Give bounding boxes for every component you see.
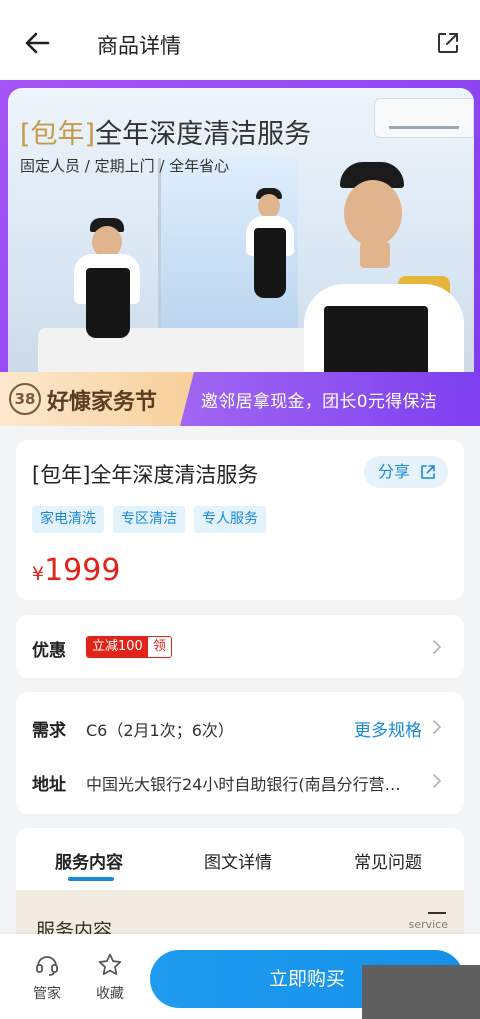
- discount-row[interactable]: 优惠 立减100 领: [16, 615, 464, 678]
- banner-title: [包年]全年深度清洁服务: [20, 119, 312, 150]
- favorite-label: 收藏: [96, 986, 124, 1002]
- tab-graphic-details[interactable]: 图文详情: [204, 848, 272, 873]
- product-tag: 专人服务: [194, 506, 266, 533]
- external-link-icon[interactable]: [436, 31, 460, 55]
- share-label: 分享: [378, 462, 411, 481]
- top-bar: 商品详情: [0, 0, 480, 80]
- product-tags: 家电清洗 专区清洁 专人服务: [32, 506, 266, 533]
- back-arrow-icon[interactable]: [22, 28, 52, 58]
- more-specs-link[interactable]: 更多规格: [354, 716, 422, 741]
- festival-38-badge: 38: [9, 383, 41, 415]
- festival-promo-strip[interactable]: 38 好慷家务节 邀邻居拿现金，团长0元得保洁: [0, 372, 480, 426]
- banner-image: [包年]全年深度清洁服务 固定人员 / 定期上门 / 全年省心: [8, 88, 474, 418]
- demand-value: C6（2月1次；6次）: [86, 721, 234, 740]
- steward-button[interactable]: 管家: [25, 952, 69, 1003]
- address-value[interactable]: 中国光大银行24小时自助银行(南昌分行营业部): [86, 771, 416, 795]
- festival-badge-area: 38 好慷家务节: [0, 372, 196, 426]
- coupon-badge[interactable]: 立减100 领: [86, 636, 172, 658]
- product-info-card: [包年]全年深度清洁服务 分享 家电清洗 专区清洁 专人服务 ¥1999: [16, 440, 464, 600]
- share-icon: [421, 465, 435, 479]
- product-tag: 专区清洁: [113, 506, 185, 533]
- product-price: ¥1999: [32, 553, 120, 588]
- service-section-en: service: [408, 918, 448, 931]
- chevron-right-icon[interactable]: [430, 720, 444, 734]
- tab-service-content[interactable]: 服务内容: [55, 848, 123, 873]
- worker-illustration-middle: [240, 188, 300, 318]
- tab-faq[interactable]: 常见问题: [354, 848, 422, 873]
- demand-label: 需求: [32, 721, 66, 741]
- coupon-claim: 领: [147, 637, 171, 657]
- price-value: 1999: [44, 553, 121, 588]
- product-name: [包年]全年深度清洁服务: [32, 463, 259, 487]
- steward-label: 管家: [33, 986, 61, 1002]
- discount-label: 优惠: [32, 641, 66, 661]
- address-label: 地址: [32, 775, 66, 795]
- banner-subtitle: 固定人员 / 定期上门 / 全年省心: [20, 157, 230, 175]
- share-button[interactable]: 分享: [364, 456, 448, 488]
- chevron-right-icon[interactable]: [430, 774, 444, 788]
- headset-icon: [36, 956, 58, 976]
- currency-symbol: ¥: [32, 563, 45, 585]
- screen-corner-overlay: [362, 965, 480, 1019]
- spec-card: 需求 C6（2月1次；6次） 更多规格 地址 中国光大银行24小时自助银行(南昌…: [16, 692, 464, 814]
- festival-name: 好慷家务节: [47, 390, 158, 415]
- page-title: 商品详情: [97, 34, 181, 58]
- product-tag: 家电清洗: [32, 506, 104, 533]
- invite-promo-text: 邀邻居拿现金，团长0元得保洁: [201, 392, 438, 412]
- air-conditioner-decoration: [374, 98, 474, 138]
- coupon-amount: 立减100: [87, 637, 148, 657]
- section-decoration-line: [428, 912, 446, 914]
- active-tab-indicator: [68, 877, 114, 881]
- favorite-button[interactable]: 收藏: [88, 952, 132, 1003]
- star-icon: [98, 953, 122, 975]
- chevron-right-icon: [433, 640, 441, 654]
- worker-illustration-left: [68, 218, 148, 348]
